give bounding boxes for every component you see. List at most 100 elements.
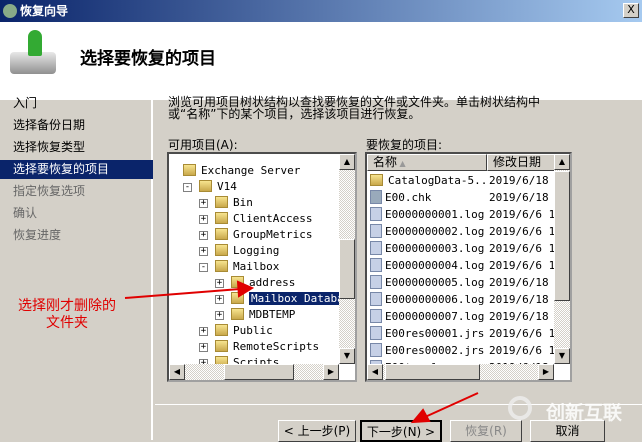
horizontal-scroll-thumb[interactable] [385, 364, 480, 380]
tree-node[interactable]: RemoteScripts [215, 339, 319, 355]
scroll-up-icon[interactable]: ▲ [554, 154, 570, 170]
folder-icon [231, 308, 244, 320]
file-icon [370, 258, 382, 272]
file-date: 2019/6/6 1 [489, 208, 556, 221]
step-3: 选择要恢复的项目 [0, 160, 153, 179]
column-header[interactable]: 修改日期 [487, 154, 559, 171]
folder-icon [215, 260, 228, 272]
tree-node[interactable]: V14 [199, 179, 237, 195]
file-name: E00.chk [385, 191, 432, 204]
step-6: 恢复进度 [13, 228, 62, 242]
list-row[interactable]: E0000000004.log 2019/6/6 1 [370, 258, 555, 274]
scroll-left-icon[interactable]: ◀ [169, 364, 185, 380]
close-button[interactable]: X [623, 3, 639, 18]
collapse-icon[interactable]: - [199, 263, 208, 272]
scroll-right-icon[interactable]: ▶ [323, 364, 339, 380]
file-date: 2019/6/6 1 [489, 259, 556, 272]
tree-node-label: Mailbox [233, 260, 280, 273]
tree-node[interactable]: Logging [215, 243, 279, 259]
next-button[interactable]: 下一步(N) > [360, 420, 442, 442]
tree-node-label: MDBTEMP [249, 308, 296, 321]
tree-node-label: Exchange Server [201, 164, 301, 177]
list-row[interactable]: E0000000005.log 2019/6/18 [370, 275, 555, 291]
column-header[interactable]: 名称 ▲ [367, 154, 487, 171]
restore-button[interactable]: 恢复(R) [450, 420, 522, 442]
step-2: 选择恢复类型 [13, 140, 86, 154]
expand-icon[interactable]: + [199, 215, 208, 224]
folder-icon [231, 276, 244, 288]
folder-icon [183, 164, 196, 176]
tree-node[interactable]: Public [215, 323, 273, 339]
list-row[interactable]: E0000000003.log 2019/6/6 1 [370, 241, 555, 257]
folder-icon [231, 292, 244, 304]
vertical-scroll-thumb[interactable] [554, 171, 570, 301]
expand-icon[interactable]: + [215, 279, 224, 288]
scroll-down-icon[interactable]: ▼ [339, 348, 355, 364]
tree-node[interactable]: GroupMetrics [215, 227, 312, 243]
list-row[interactable]: E00res00001.jrs 2019/6/6 1 [370, 326, 555, 342]
tree-node[interactable]: MDBTEMP [231, 307, 295, 323]
file-name: E0000000005.log [385, 276, 485, 289]
tree-node-label: ClientAccess [233, 212, 313, 225]
step-5: 确认 [13, 206, 38, 220]
step-0: 入门 [13, 96, 38, 110]
expand-icon[interactable]: + [215, 311, 224, 320]
tree-node-label: Bin [233, 196, 253, 209]
expand-icon[interactable]: + [199, 343, 208, 352]
file-date: 2019/6/18 [489, 310, 549, 323]
file-date: 2019/6/18 [489, 174, 549, 187]
back-button[interactable]: < 上一步(P) [278, 420, 356, 442]
expand-icon[interactable]: + [215, 295, 224, 304]
file-name: E0000000003.log [385, 242, 485, 255]
page-title: 选择要恢复的项目 [80, 49, 216, 69]
tree-node[interactable]: Exchange Server [183, 163, 300, 179]
watermark-text: 创新互联 [546, 402, 623, 424]
tree-node-label: RemoteScripts [233, 340, 320, 353]
file-icon [370, 309, 382, 323]
vertical-scroll-thumb[interactable] [339, 239, 355, 299]
expand-icon[interactable]: + [199, 199, 208, 208]
annotation-text: 选择刚才删除的文件夹 [18, 298, 116, 331]
folder-icon [199, 180, 212, 192]
expand-icon[interactable]: + [199, 231, 208, 240]
list-row[interactable]: E0000000007.log 2019/6/18 [370, 309, 555, 325]
tree-node-label: GroupMetrics [233, 228, 313, 241]
list-row[interactable]: E0000000006.log 2019/6/18 [370, 292, 555, 308]
green-arrow-icon [28, 30, 42, 56]
items-to-restore-list[interactable]: 名称 ▲ 修改日期 CatalogData-5... 2019/6/18 E00.chk… [365, 152, 572, 382]
folder-icon [215, 228, 228, 240]
file-name: E00res00002.jrs [385, 344, 485, 357]
checkpoint-file-icon [370, 190, 382, 204]
horizontal-scroll-thumb[interactable] [224, 364, 294, 380]
expand-icon[interactable]: + [199, 327, 208, 336]
tree-node[interactable]: ClientAccess [215, 211, 312, 227]
list-row[interactable]: CatalogData-5... 2019/6/18 [370, 173, 555, 189]
available-items-tree[interactable]: Exchange Server - V14 + Bin + ClientAccess + Gro… [167, 152, 357, 382]
wizard-steps: 入门 选择备份日期 选择恢复类型 选择要恢复的项目 指定恢复选项 确认 恢复进度 [0, 96, 153, 440]
scroll-left-icon[interactable]: ◀ [367, 364, 383, 380]
list-row[interactable]: E0000000001.log 2019/6/6 1 [370, 207, 555, 223]
list-row[interactable]: E00res00002.jrs 2019/6/6 1 [370, 343, 555, 359]
scroll-right-icon[interactable]: ▶ [538, 364, 554, 380]
folder-icon [215, 324, 228, 336]
list-row[interactable]: E00.chk 2019/6/18 [370, 190, 555, 206]
list-label: 要恢复的项目: [366, 138, 443, 152]
tree-node-label: address [249, 276, 296, 289]
tree-node[interactable]: Mailbox [215, 259, 279, 275]
scroll-down-icon[interactable]: ▼ [554, 348, 570, 364]
file-name: E0000000002.log [385, 225, 485, 238]
step-4: 指定恢复选项 [13, 184, 86, 198]
scroll-up-icon[interactable]: ▲ [339, 154, 355, 170]
column-header-label: 名称 [373, 155, 398, 169]
tree-node[interactable]: Bin [215, 195, 253, 211]
expand-icon[interactable]: + [199, 247, 208, 256]
list-row[interactable]: E0000000002.log 2019/6/6 1 [370, 224, 555, 240]
collapse-icon[interactable]: - [183, 183, 192, 192]
file-icon [370, 241, 382, 255]
file-icon [370, 343, 382, 357]
file-date: 2019/6/6 1 [489, 344, 556, 357]
file-icon [370, 292, 382, 306]
tree-node[interactable]: address [231, 275, 295, 291]
tree-node-label: Public [233, 324, 273, 337]
tree-node-label: V14 [217, 180, 237, 193]
